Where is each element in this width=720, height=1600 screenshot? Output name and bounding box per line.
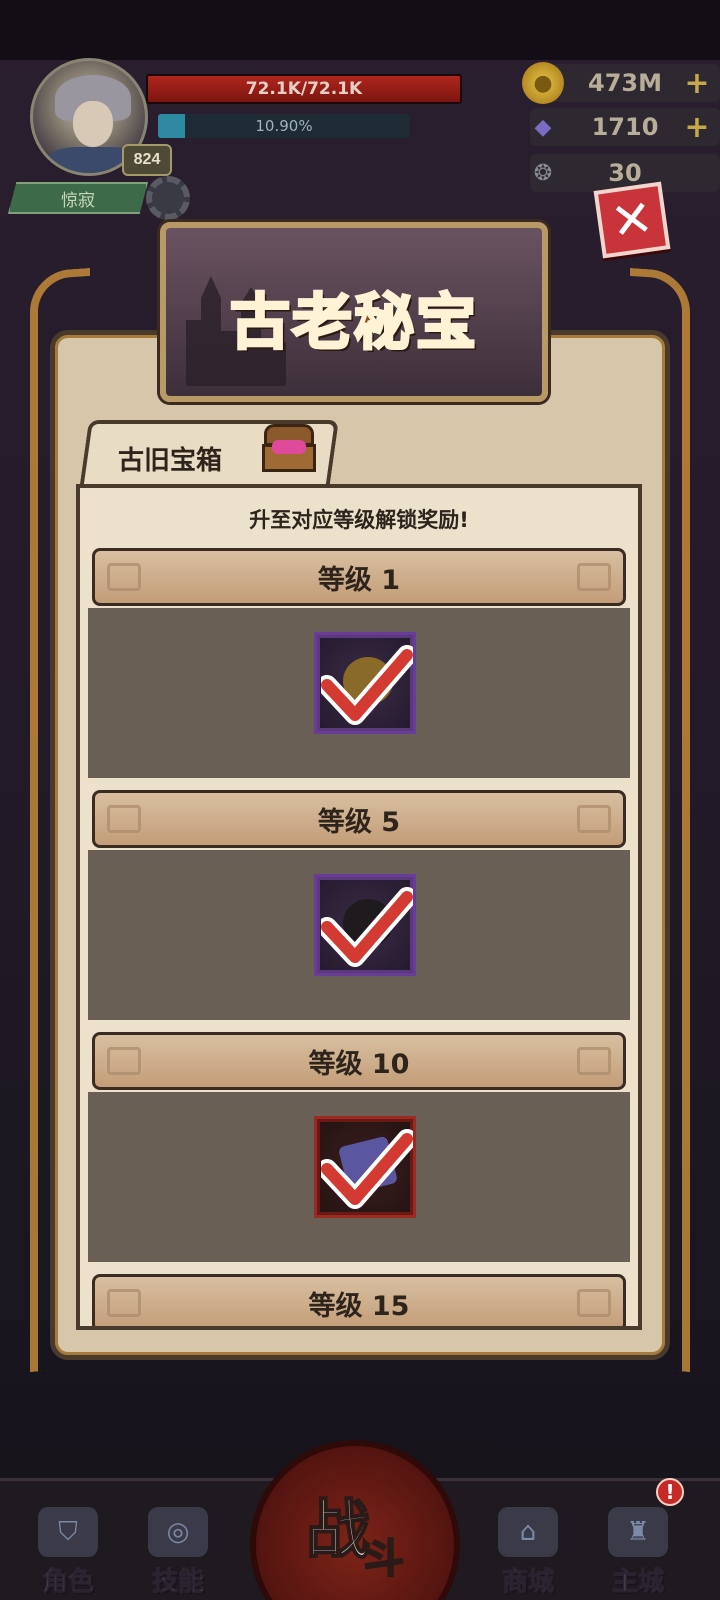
level-header: 等级 1 bbox=[92, 548, 626, 606]
nav-shop-label: 商城 bbox=[501, 1567, 554, 1598]
fight-button[interactable]: 战 斗 bbox=[250, 1440, 460, 1600]
fight-label-1: 战 bbox=[305, 1493, 371, 1569]
dialog-title: 古老秘宝 bbox=[229, 286, 478, 359]
player-level-badge: 824 bbox=[122, 144, 172, 176]
screen: 824 惊寂 72.1K/72.1K 10.90% ● 473M + ◆ 171… bbox=[0, 0, 720, 1600]
gem-resource: ◆ 1710 + bbox=[530, 108, 720, 146]
reward-item-purple-crystal[interactable] bbox=[314, 1116, 416, 1218]
chest-gems bbox=[272, 440, 306, 454]
add-gem-button[interactable]: + bbox=[682, 110, 712, 145]
claimed-check-icon bbox=[321, 645, 413, 725]
unlock-hint: 升至对应等级解锁奖励! bbox=[249, 508, 469, 532]
city-alert-badge: ! bbox=[656, 1478, 684, 1506]
nav-shop-button[interactable]: ⌂ 商城 bbox=[478, 1488, 578, 1598]
gem-value: 1710 bbox=[591, 113, 659, 141]
player-name-banner: 惊寂 bbox=[8, 182, 148, 214]
gold-resource: ● 473M + bbox=[522, 62, 720, 104]
reward-row bbox=[88, 1092, 630, 1262]
level-label: 等级 15 bbox=[308, 1290, 410, 1322]
treasure-chest-icon bbox=[260, 420, 318, 472]
exp-bar: 10.90% bbox=[158, 114, 410, 138]
ornament-icon bbox=[577, 1289, 611, 1317]
gold-coin-icon: ● bbox=[522, 62, 564, 104]
close-icon: ✕ bbox=[607, 188, 657, 252]
ornament-icon bbox=[577, 1047, 611, 1075]
tab-old-chest-label: 古旧宝箱 bbox=[118, 445, 223, 476]
close-button[interactable]: ✕ bbox=[593, 181, 671, 259]
hp-bar: 72.1K/72.1K bbox=[146, 74, 462, 104]
ornament-icon bbox=[107, 563, 141, 591]
ornament-icon bbox=[577, 563, 611, 591]
fight-label-2: 斗 bbox=[363, 1535, 405, 1583]
nav-skills-button[interactable]: ◎ 技能 bbox=[128, 1488, 228, 1598]
nav-city-label: 主城 bbox=[611, 1567, 664, 1598]
reward-row bbox=[88, 608, 630, 778]
level-label: 等级 10 bbox=[308, 1048, 410, 1080]
reward-item-gold-coins[interactable] bbox=[314, 632, 416, 734]
player-avatar-frame[interactable]: 824 bbox=[22, 58, 172, 198]
nav-role-button[interactable]: ⛉ 角色 bbox=[18, 1488, 118, 1598]
settings-gear-icon[interactable] bbox=[146, 176, 190, 220]
reward-row bbox=[88, 850, 630, 1020]
level-header: 等级 10 bbox=[92, 1032, 626, 1090]
helmet-icon: ⛉ bbox=[38, 1507, 98, 1557]
purple-gem-icon: ◆ bbox=[534, 114, 552, 140]
nav-skills-label: 技能 bbox=[151, 1567, 204, 1598]
level-header: 等级 15 bbox=[92, 1274, 626, 1326]
claimed-check-icon bbox=[321, 1129, 413, 1209]
reward-list[interactable]: 升至对应等级解锁奖励! 等级 1 等级 5 等级 10 等级 15 bbox=[76, 484, 642, 1330]
gold-value: 473M bbox=[588, 69, 662, 97]
claimed-check-icon bbox=[321, 887, 413, 967]
avatar-face bbox=[73, 101, 113, 147]
nav-role-label: 角色 bbox=[41, 1567, 94, 1598]
ram-skull-icon: ❂ bbox=[533, 160, 553, 186]
exp-text: 10.90% bbox=[255, 117, 313, 135]
level-label: 等级 5 bbox=[317, 806, 401, 838]
shop-tent-icon: ⌂ bbox=[498, 1507, 558, 1557]
level-label: 等级 1 bbox=[317, 564, 401, 596]
swirl-icon: ◎ bbox=[148, 1507, 208, 1557]
castle-icon: ♜ bbox=[608, 1507, 668, 1557]
ornament-icon bbox=[577, 805, 611, 833]
hp-text: 72.1K/72.1K bbox=[245, 79, 363, 99]
level-header: 等级 5 bbox=[92, 790, 626, 848]
ornament-icon bbox=[107, 1289, 141, 1317]
ornament-icon bbox=[107, 805, 141, 833]
add-gold-button[interactable]: + bbox=[682, 66, 712, 101]
dialog-title-plaque: 古老秘宝 bbox=[160, 222, 548, 402]
ornament-icon bbox=[107, 1047, 141, 1075]
reward-item-black-orb[interactable] bbox=[314, 874, 416, 976]
